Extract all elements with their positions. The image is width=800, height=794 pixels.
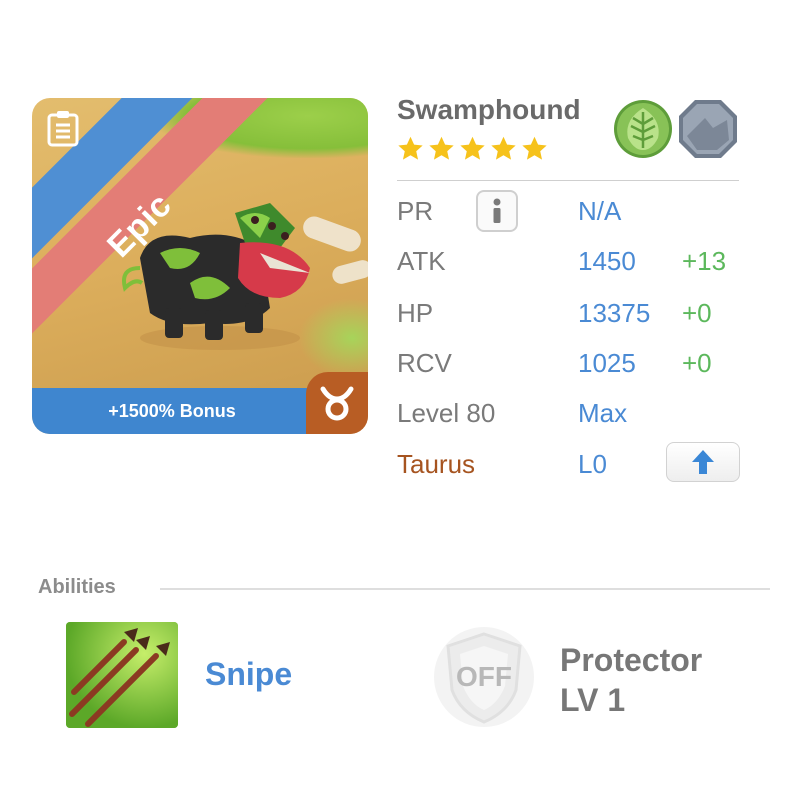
level-value: Max: [578, 398, 628, 428]
zodiac-upgrade-button[interactable]: [666, 442, 740, 482]
info-button[interactable]: [476, 190, 518, 232]
leaf-element-icon: [614, 100, 672, 158]
star-icon: [522, 136, 547, 160]
rcv-bonus: +0: [682, 348, 712, 378]
passive-ability-name[interactable]: Protector LV 1: [560, 640, 702, 720]
star-icon: [429, 136, 454, 160]
taurus-icon: [320, 386, 354, 421]
swamphound-monster-image: [122, 203, 310, 350]
rcv-value: 1025: [578, 348, 636, 378]
header-divider: [397, 180, 739, 181]
zodiac-badge: [306, 372, 368, 434]
pr-label: PR: [397, 196, 434, 226]
atk-label: ATK: [397, 246, 446, 276]
passive-off-label: OFF: [456, 661, 512, 692]
monster-name: Swamphound: [397, 94, 581, 125]
atk-value: 1450: [578, 246, 636, 276]
hp-value: 13375: [578, 298, 651, 328]
abilities-divider: [160, 588, 770, 590]
star-icon: [398, 136, 423, 160]
clipboard-icon: [47, 111, 79, 147]
passive-ability-title: Protector: [560, 642, 703, 678]
protector-passive-badge[interactable]: OFF: [428, 624, 540, 730]
snipe-ability-icon[interactable]: [66, 622, 178, 728]
bone-decoration: [330, 258, 368, 286]
monster-portrait-card[interactable]: Epic +1500% Bonus: [32, 98, 368, 434]
hp-label: HP: [397, 298, 434, 328]
pr-value: N/A: [578, 196, 622, 226]
abilities-heading: Abilities: [38, 576, 116, 598]
zodiac-label: Taurus: [397, 449, 476, 479]
info-icon: [493, 198, 501, 223]
atk-bonus: +13: [682, 246, 727, 276]
level-label: Level 80: [397, 398, 496, 428]
bonus-bar: +1500% Bonus: [32, 388, 312, 434]
rock-element-icon: [679, 100, 737, 158]
star-icon: [460, 136, 485, 160]
rcv-label: RCV: [397, 348, 452, 378]
passive-ability-level: LV 1: [560, 682, 626, 718]
star-rating: [397, 135, 548, 162]
star-icon: [491, 136, 516, 160]
active-ability-name[interactable]: Snipe: [205, 656, 292, 693]
hp-bonus: +0: [682, 298, 712, 328]
zodiac-level-value: L0: [578, 449, 607, 479]
arrow-up-icon: [692, 450, 714, 474]
